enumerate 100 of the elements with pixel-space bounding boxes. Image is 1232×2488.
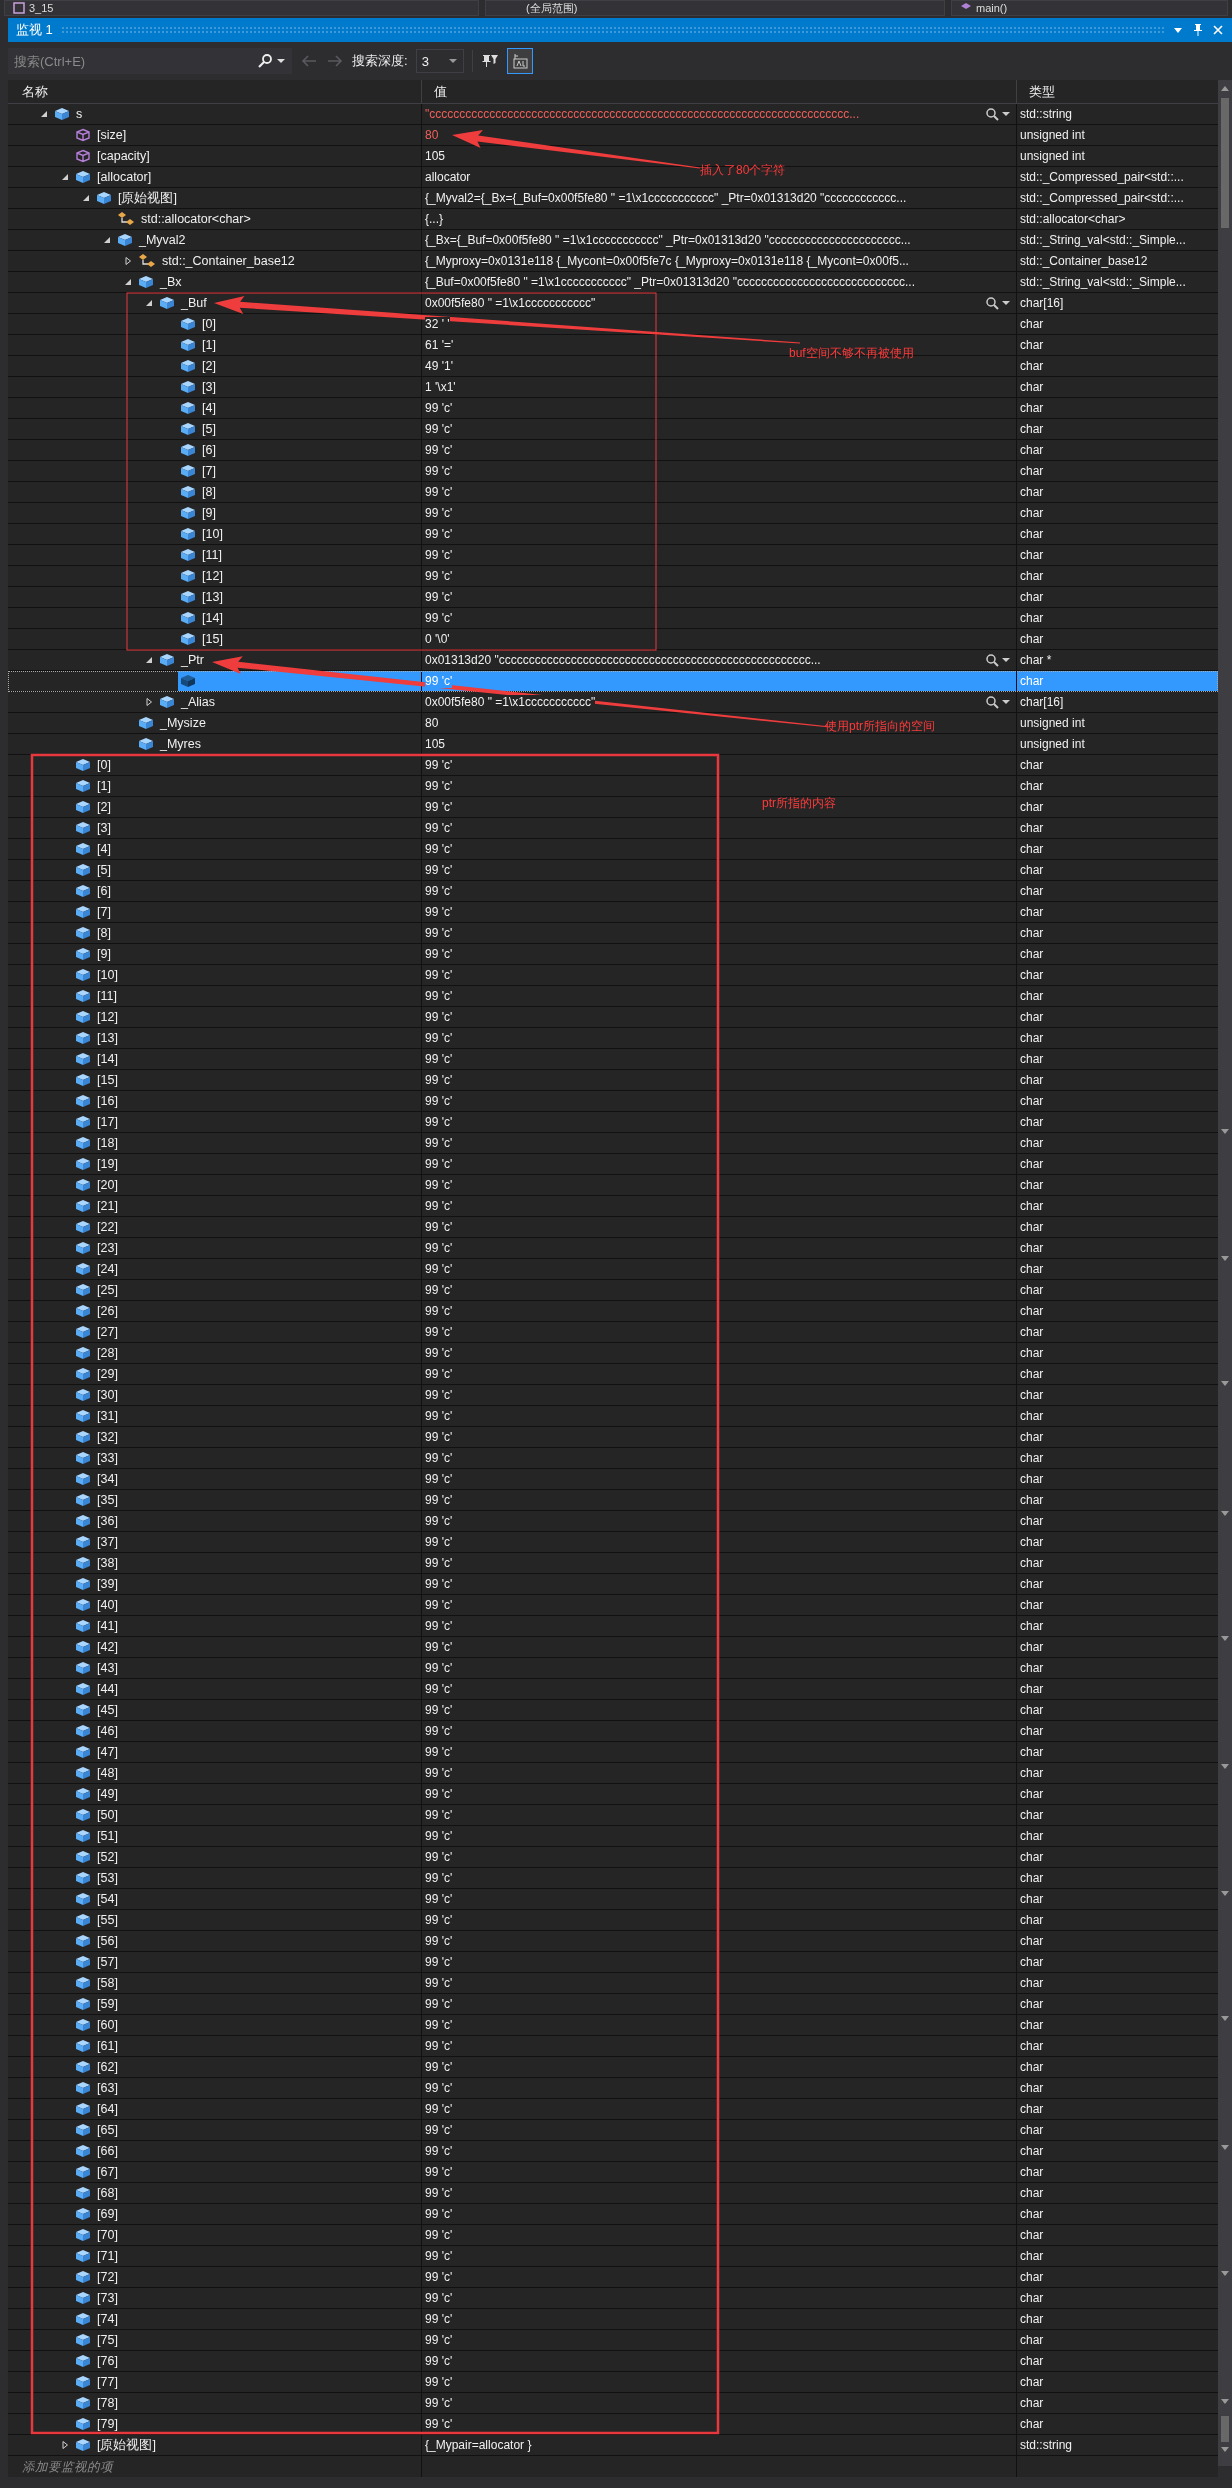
cube-icon [75, 1325, 91, 1339]
search-button[interactable] [255, 48, 292, 74]
cube-icon [75, 1577, 91, 1591]
variable-name: [6] [97, 884, 111, 898]
cube-icon [180, 317, 196, 331]
value-text: 99 'c' [425, 2144, 453, 2158]
variable-name: [58] [97, 1976, 118, 1990]
cube-icon [75, 1220, 91, 1234]
value-text: 99 'c' [425, 485, 453, 499]
variable-name: [29] [97, 1367, 118, 1381]
tree-toggle-icon[interactable] [144, 298, 154, 308]
cube-icon [75, 1157, 91, 1171]
value-text: 99 'c' [425, 1892, 453, 1906]
value-text: 99 'c' [425, 401, 453, 415]
view-toggle-button[interactable] [506, 48, 533, 74]
tree-toggle-icon[interactable] [39, 109, 49, 119]
variable-name: [71] [97, 2249, 118, 2263]
variable-name: [19] [97, 1157, 118, 1171]
value-text: 99 'c' [425, 1346, 453, 1360]
scroll-down-icon[interactable] [1220, 1635, 1230, 1643]
variable-name: [76] [97, 2354, 118, 2368]
function-dropdown[interactable]: main() [951, 0, 1228, 16]
value-text: 99 'c' [425, 1199, 453, 1213]
value-text: 99 'c' [425, 2249, 453, 2263]
variable-name: [2] [97, 800, 111, 814]
search-depth-dropdown[interactable]: 3 [421, 53, 429, 69]
scroll-down-icon[interactable] [1220, 1380, 1230, 1388]
variable-name: [11] [97, 989, 117, 1003]
value-text: 99 'c' [425, 1703, 453, 1717]
scroll-down-icon[interactable] [1220, 2398, 1230, 2406]
value-text: 99 'c' [425, 590, 453, 604]
cube-icon [75, 1514, 91, 1528]
cube-icon [75, 1304, 91, 1318]
tree-toggle-icon[interactable] [60, 2440, 70, 2450]
value-text: allocator [425, 170, 471, 184]
tree-toggle-icon[interactable] [123, 256, 133, 266]
scroll-down-icon[interactable] [1220, 2144, 1230, 2152]
tree-toggle-icon[interactable] [144, 655, 154, 665]
cube-icon [180, 464, 196, 478]
tree-toggle-icon[interactable] [60, 172, 70, 182]
variable-name: [1] [97, 779, 111, 793]
scroll-thumb[interactable] [1221, 98, 1229, 228]
scope-dropdown[interactable]: (全局范围) [485, 0, 945, 16]
scroll-down-icon[interactable] [1220, 1763, 1230, 1771]
value-text: 99 'c' [425, 1052, 453, 1066]
scroll-down-icon[interactable] [1220, 2446, 1230, 2454]
cube-icon [75, 779, 91, 793]
value-text: 99 'c' [425, 1619, 453, 1633]
variable-name: [12] [202, 569, 223, 583]
column-header[interactable]: 值 [434, 82, 447, 101]
column-header[interactable]: 名称 [22, 82, 48, 101]
variable-name: [21] [97, 1199, 118, 1213]
pin-filter-icon[interactable] [480, 52, 499, 70]
tree-toggle-icon[interactable] [81, 193, 91, 203]
cube-icon [75, 1283, 91, 1297]
cube-icon [159, 296, 175, 310]
dropdown-caret-icon[interactable] [447, 56, 458, 66]
value-text: 99 'c' [425, 2312, 453, 2326]
search-field[interactable]: 搜索(Ctrl+E) [8, 48, 255, 74]
project-dropdown[interactable]: 3_15 [4, 0, 479, 16]
variable-name: [10] [97, 968, 118, 982]
scroll-down-icon[interactable] [1220, 2015, 1230, 2023]
value-text: 99 'c' [425, 2375, 453, 2389]
cube-icon [75, 1346, 91, 1360]
value-text: 99 'c' [425, 1472, 453, 1486]
variable-name: [55] [97, 1913, 118, 1927]
variable-name: [3] [202, 380, 216, 394]
tree-toggle-icon[interactable] [123, 277, 133, 287]
cube-icon [75, 1766, 91, 1780]
variable-name: std::_Container_base12 [162, 254, 295, 268]
variable-name: [37] [97, 1535, 118, 1549]
add-watch-field[interactable]: 添加要监视的项 [20, 2458, 421, 2475]
cube-icon [75, 758, 91, 772]
cube-icon [180, 485, 196, 499]
value-text: {_Bx={_Buf=0x00f5fe80 " =1\x1ccccccccccc" _Ptr=0x01313d20 "cccccccccccccccccccccc... [425, 233, 911, 247]
close-icon[interactable] [1212, 24, 1224, 36]
tree-toggle-icon[interactable] [144, 697, 154, 707]
scroll-down-icon[interactable] [1220, 1510, 1230, 1518]
scroll-up-icon[interactable] [1220, 84, 1230, 92]
cube-icon [75, 1241, 91, 1255]
scroll-down-icon[interactable] [1220, 1255, 1230, 1263]
variable-name: [79] [97, 2417, 118, 2431]
column-header[interactable]: 类型 [1029, 82, 1055, 101]
cube-icon [180, 359, 196, 373]
variable-name: [7] [97, 905, 111, 919]
cube-icon [75, 1010, 91, 1024]
variable-name: [26] [97, 1304, 118, 1318]
scroll-thumb[interactable] [1221, 2416, 1229, 2442]
scroll-down-icon[interactable] [1220, 2270, 1230, 2278]
value-text: 99 'c' [425, 1262, 453, 1276]
scrollbar[interactable] [1218, 80, 1232, 2466]
cube-icon [75, 2144, 91, 2158]
cube-icon [54, 107, 70, 121]
value-text: {_Mypair=allocator } [425, 2438, 532, 2452]
scroll-down-icon[interactable] [1220, 1890, 1230, 1898]
scroll-down-icon[interactable] [1220, 1128, 1230, 1136]
variable-name: [69] [97, 2207, 118, 2221]
value-text: 99 'c' [425, 1745, 453, 1759]
tree-toggle-icon[interactable] [102, 235, 112, 245]
pin-icon[interactable] [1192, 23, 1204, 37]
